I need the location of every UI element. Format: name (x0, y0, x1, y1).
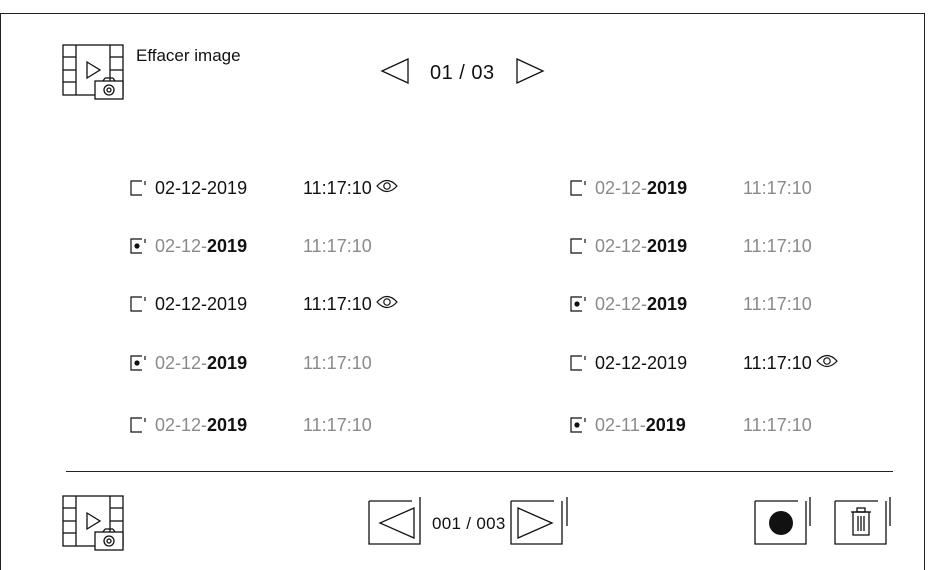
item-date-year: 2019 (207, 177, 248, 198)
item-date-year: 2019 (647, 177, 688, 198)
list-item[interactable]: 02-12-2019 11:17:10 (130, 292, 398, 316)
trash-icon (851, 507, 871, 536)
item-time: 11:17:10 (303, 294, 398, 315)
item-date: 02-12-2019 (155, 353, 303, 374)
list-item[interactable]: 02-11-2019 11:17:10 (570, 413, 812, 437)
item-date-year: 2019 (647, 293, 688, 314)
item-date-prefix: 02-12- (155, 414, 208, 435)
list-item[interactable]: 02-12-2019 11:17:10 (130, 351, 372, 375)
item-time-text: 11:17:10 (303, 293, 372, 314)
item-time-text: 11:17:10 (743, 293, 812, 314)
item-time-text: 11:17:10 (743, 177, 812, 198)
item-time-text: 11:17:10 (743, 235, 812, 256)
checkbox-icon[interactable] (130, 296, 146, 312)
item-date-prefix: 02-11- (595, 414, 646, 435)
page-indicator: 01 / 03 (430, 62, 495, 84)
checkbox-checked-icon[interactable] (570, 296, 586, 312)
checkbox-checked-icon[interactable] (130, 238, 146, 254)
item-date-year: 2019 (647, 235, 688, 256)
list-item[interactable]: 02-12-2019 11:17:10 (130, 176, 398, 200)
item-time-text: 11:17:10 (303, 235, 372, 256)
checkbox-checked-icon[interactable] (130, 355, 146, 371)
item-time: 11:17:10 (303, 178, 398, 199)
list-item[interactable]: 02-12-2019 11:17:10 (130, 234, 372, 258)
item-date-year: 2019 (647, 352, 688, 373)
item-time: 11:17:10 (303, 415, 372, 436)
item-time-text: 11:17:10 (743, 352, 812, 373)
item-time-text: 11:17:10 (303, 177, 372, 198)
checkbox-icon[interactable] (570, 180, 586, 196)
page-title: Effacer image (136, 46, 241, 65)
checkbox-icon[interactable] (570, 238, 586, 254)
item-date-year: 2019 (207, 235, 248, 256)
item-date-year: 2019 (207, 352, 248, 373)
record-icon (769, 511, 793, 535)
item-date-year: 2019 (207, 293, 248, 314)
item-date-year: 2019 (207, 414, 248, 435)
item-date: 02-12-2019 (595, 236, 743, 257)
frame-left-line (0, 13, 1, 570)
next-arrow-icon[interactable] (515, 57, 545, 89)
footer-page-indicator: 001 / 003 (432, 513, 506, 533)
record-button[interactable] (754, 496, 814, 551)
list-item[interactable]: 02-12-2019 11:17:10 (570, 176, 812, 200)
prev-page-button[interactable] (368, 496, 428, 551)
list-item[interactable]: 02-12-2019 11:17:10 (570, 351, 838, 375)
item-time: 11:17:10 (303, 236, 372, 257)
frame-top-line (0, 13, 925, 14)
film-camera-icon[interactable] (62, 495, 130, 556)
bottom-pager: 001 / 003 (368, 496, 570, 551)
eye-icon (815, 353, 838, 374)
next-page-button[interactable] (509, 496, 570, 551)
eye-icon (375, 294, 398, 315)
checkbox-icon[interactable] (130, 180, 146, 196)
item-date: 02-12-2019 (595, 294, 743, 315)
item-date: 02-12-2019 (595, 353, 743, 374)
list-item[interactable]: 02-12-2019 11:17:10 (130, 413, 372, 437)
item-date-prefix: 02-12- (595, 352, 648, 373)
item-date-prefix: 02-12- (595, 235, 648, 256)
item-time: 11:17:10 (743, 353, 838, 374)
item-date-year: 2019 (645, 414, 686, 435)
item-date-prefix: 02-12- (155, 352, 208, 373)
item-date: 02-12-2019 (155, 294, 303, 315)
item-date: 02-12-2019 (155, 236, 303, 257)
item-time-text: 11:17:10 (303, 352, 372, 373)
item-time: 11:17:10 (303, 353, 372, 374)
checkbox-icon[interactable] (130, 417, 146, 433)
item-date-prefix: 02-12- (155, 235, 208, 256)
delete-button[interactable] (834, 496, 894, 551)
item-time-text: 11:17:10 (743, 414, 812, 435)
list-item[interactable]: 02-12-2019 11:17:10 (570, 234, 812, 258)
screen: Effacer image 01 / 03 02-12-2019 11:17:10… (0, 0, 933, 570)
checkbox-checked-icon[interactable] (570, 417, 586, 433)
list-item[interactable]: 02-12-2019 11:17:10 (570, 292, 812, 316)
eye-icon (375, 178, 398, 199)
prev-arrow-icon[interactable] (380, 57, 410, 89)
item-date-prefix: 02-12- (595, 293, 648, 314)
item-date-prefix: 02-12- (155, 177, 208, 198)
item-time: 11:17:10 (743, 294, 812, 315)
top-pager: 01 / 03 (380, 57, 545, 89)
checkbox-icon[interactable] (570, 355, 586, 371)
frame-right-line (924, 13, 925, 570)
item-date-prefix: 02-12- (595, 177, 648, 198)
item-date: 02-12-2019 (155, 178, 303, 199)
item-time: 11:17:10 (743, 415, 812, 436)
item-date: 02-12-2019 (595, 178, 743, 199)
item-time: 11:17:10 (743, 236, 812, 257)
item-date: 02-12-2019 (155, 415, 303, 436)
item-time-text: 11:17:10 (303, 414, 372, 435)
film-camera-icon (62, 44, 130, 105)
item-date: 02-11-2019 (595, 415, 743, 436)
item-time: 11:17:10 (743, 178, 812, 199)
footer-divider (66, 471, 893, 472)
item-date-prefix: 02-12- (155, 293, 208, 314)
